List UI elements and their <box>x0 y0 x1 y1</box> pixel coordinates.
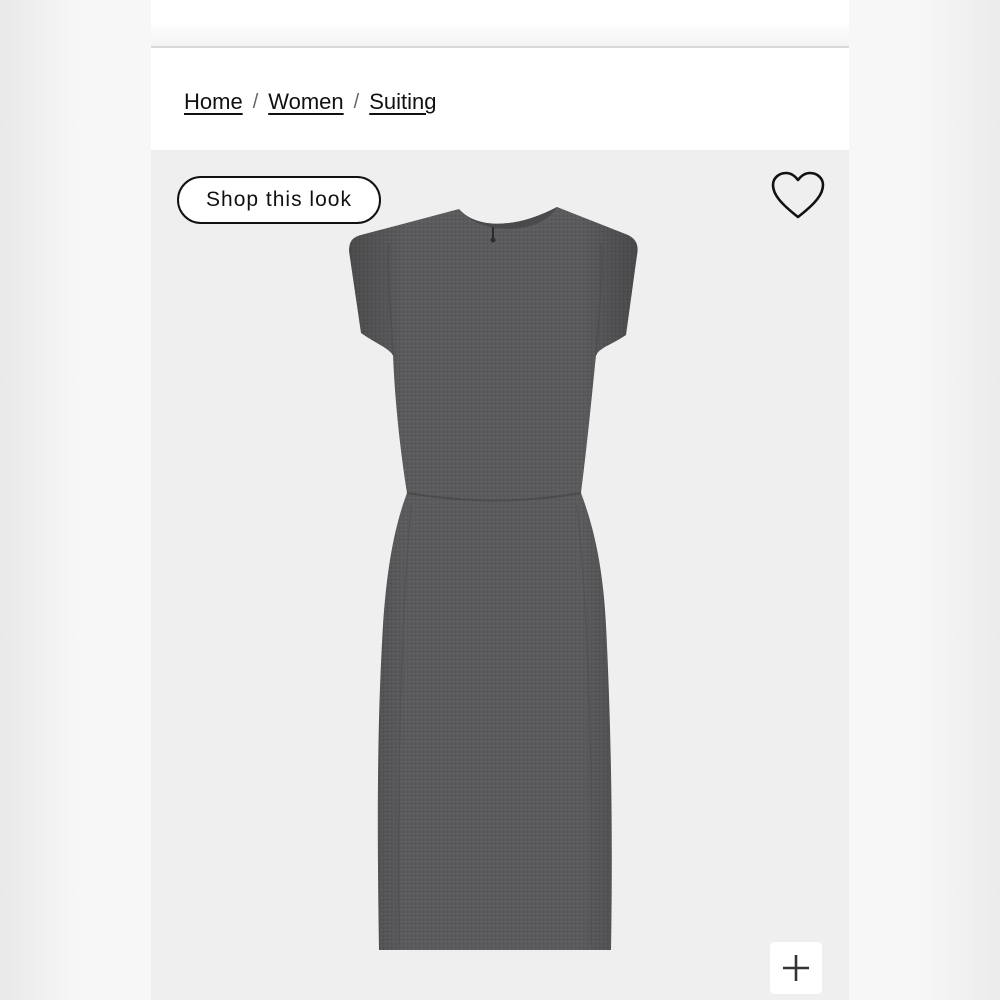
breadcrumb-home[interactable]: Home <box>184 89 243 115</box>
breadcrumb-suiting[interactable]: Suiting <box>369 89 436 115</box>
header-divider <box>151 46 849 48</box>
dress-product-image <box>341 205 651 955</box>
zoom-button[interactable] <box>770 942 822 994</box>
plus-icon <box>783 955 809 981</box>
product-page: Home / Women / Suiting Shop this look <box>151 0 849 1000</box>
header-shadow <box>151 26 849 46</box>
heart-outline-icon[interactable] <box>770 170 826 222</box>
header-strip <box>151 0 849 26</box>
breadcrumb-women[interactable]: Women <box>268 89 343 115</box>
product-image-area[interactable]: Shop this look <box>151 150 849 1000</box>
breadcrumb: Home / Women / Suiting <box>184 86 437 118</box>
breadcrumb-separator: / <box>353 90 360 113</box>
breadcrumb-separator: / <box>252 90 259 113</box>
